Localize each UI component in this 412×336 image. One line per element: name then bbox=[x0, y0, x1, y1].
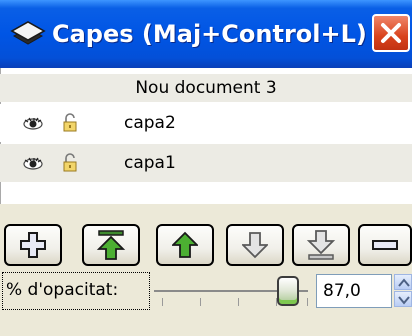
lower-to-bottom-button[interactable] bbox=[292, 224, 350, 266]
opacity-value-input[interactable]: 87,0 bbox=[316, 274, 392, 308]
arrow-down-icon bbox=[242, 232, 268, 259]
eye-icon[interactable] bbox=[22, 117, 44, 131]
layers-icon bbox=[10, 21, 46, 45]
lower-button[interactable] bbox=[226, 224, 284, 266]
title-bar: Capes (Maj+Control+L) bbox=[0, 0, 412, 68]
plus-icon bbox=[20, 232, 46, 258]
layer-row-capa2[interactable]: capa2 bbox=[0, 104, 412, 142]
raise-to-top-button[interactable] bbox=[82, 224, 140, 266]
layer-row-capa1[interactable]: capa1 bbox=[0, 144, 412, 182]
opacity-label: % d'opacitat: bbox=[6, 280, 119, 300]
chevron-down-icon bbox=[398, 296, 410, 305]
layer-toolbar bbox=[0, 224, 412, 268]
layer-name[interactable]: capa2 bbox=[124, 104, 176, 142]
opacity-row: % d'opacitat: 87,0 bbox=[0, 270, 412, 312]
add-layer-button[interactable] bbox=[4, 224, 62, 266]
window-title: Capes (Maj+Control+L) bbox=[52, 20, 367, 48]
close-button[interactable] bbox=[372, 14, 410, 52]
unlocked-padlock-icon[interactable] bbox=[62, 153, 78, 173]
eye-icon[interactable] bbox=[22, 157, 44, 171]
opacity-spinner[interactable] bbox=[394, 274, 412, 308]
spin-up-button[interactable] bbox=[394, 274, 412, 290]
delete-layer-button[interactable] bbox=[358, 224, 412, 266]
arrow-up-to-top-icon bbox=[96, 230, 126, 260]
close-icon bbox=[381, 23, 401, 43]
layer-name[interactable]: capa1 bbox=[124, 144, 176, 182]
spin-down-button[interactable] bbox=[394, 291, 412, 307]
document-name: Nou document 3 bbox=[0, 74, 412, 102]
unlocked-padlock-icon[interactable] bbox=[62, 113, 78, 133]
opacity-slider-thumb[interactable] bbox=[276, 276, 299, 306]
minus-icon bbox=[372, 240, 398, 250]
raise-button[interactable] bbox=[156, 224, 214, 266]
arrow-up-icon bbox=[172, 231, 198, 258]
chevron-up-icon bbox=[398, 278, 410, 287]
arrow-down-to-bottom-icon bbox=[306, 230, 336, 260]
